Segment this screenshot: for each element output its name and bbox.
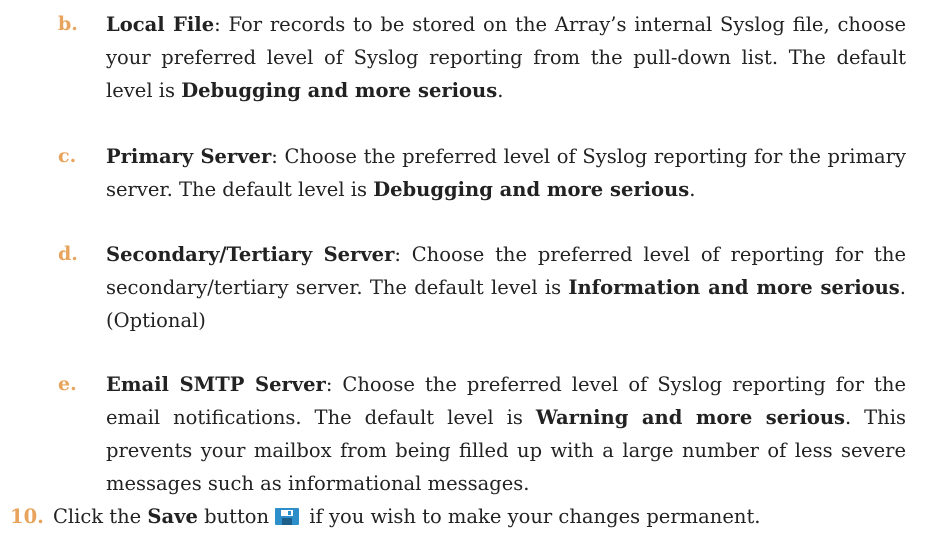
list-item-term: Primary Server [106,145,272,168]
save-icon [275,502,300,525]
default-level: Warning and more serious [535,406,846,429]
list-item-text: Primary Server: Choose the preferred lev… [106,140,906,206]
step-text: if you wish to make your changes permane… [303,505,761,528]
list-marker: d. [58,243,78,265]
step-10: 10. Click the Save button if you wish to … [10,500,910,533]
step-number: 10. [10,505,44,528]
list-item-description-end: . [689,178,696,201]
list-marker: b. [58,13,78,35]
list-item-term: Secondary/Tertiary Server [106,243,395,266]
list-item-term: Email SMTP Server [106,373,326,396]
list-item-term: Local File [106,13,215,36]
step-text: button [197,505,270,528]
document-page: b. Local File: For records to be stored … [0,0,926,547]
list-item-text: Email SMTP Server: Choose the preferred … [106,368,906,500]
list-item-text: Secondary/Tertiary Server: Choose the pr… [106,238,906,337]
step-text: Click the [52,505,148,528]
default-level: Information and more serious [568,276,900,299]
list-item-text: Local File: For records to be stored on … [106,8,906,107]
list-marker: c. [58,145,77,167]
default-level: Debugging and more serious [181,79,498,102]
default-level: Debugging and more serious [373,178,690,201]
list-item-description-end: . [497,79,504,102]
list-marker: e. [58,373,77,395]
save-label: Save [147,505,198,528]
